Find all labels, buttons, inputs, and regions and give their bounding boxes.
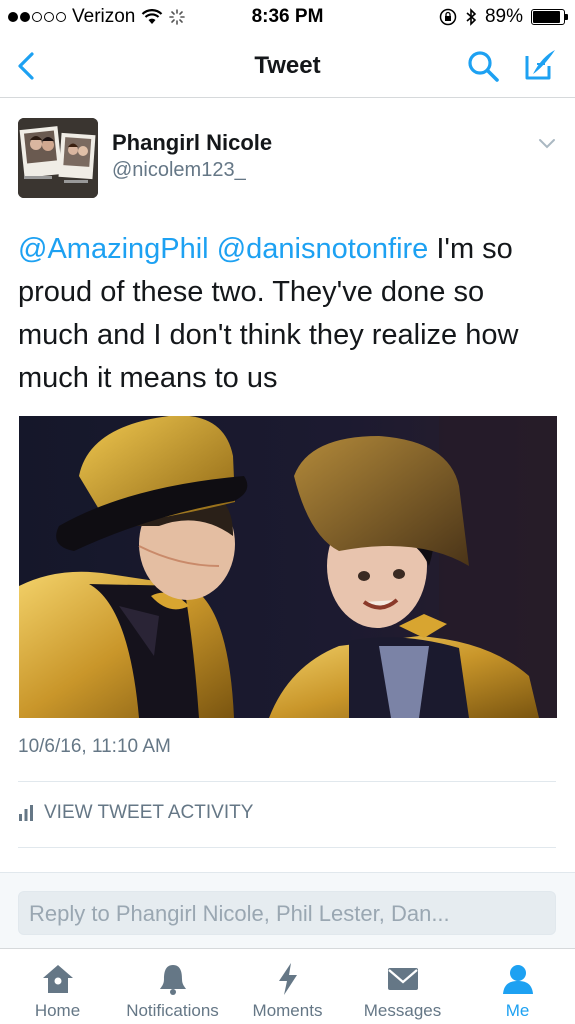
- reply-input[interactable]: Reply to Phangirl Nicole, Phil Lester, D…: [18, 891, 556, 935]
- tweet-photo[interactable]: [19, 416, 557, 718]
- rotation-lock-icon: [439, 8, 457, 26]
- search-icon[interactable]: [465, 48, 501, 84]
- tab-me[interactable]: Me: [460, 949, 575, 1024]
- tab-moments[interactable]: Moments: [230, 949, 345, 1024]
- battery-percent: 89%: [484, 6, 523, 27]
- tab-bar: Home Notifications Moments Messages Me: [0, 948, 575, 1024]
- tab-messages[interactable]: Messages: [345, 949, 460, 1024]
- tab-label: Notifications: [126, 1001, 219, 1020]
- battery-icon: [531, 9, 568, 25]
- person-icon: [502, 965, 533, 994]
- home-icon: [42, 965, 73, 993]
- tweet-timestamp: 10/6/16, 11:10 AM: [18, 736, 171, 757]
- tab-label: Me: [505, 1001, 530, 1020]
- status-bar: Verizon 8:36 PM 89%: [0, 0, 575, 34]
- bell-icon: [159, 965, 186, 995]
- avatar[interactable]: [18, 118, 98, 198]
- compose-icon[interactable]: [521, 46, 559, 84]
- view-tweet-activity-button[interactable]: VIEW TWEET ACTIVITY: [18, 802, 253, 824]
- tweet-text: @AmazingPhil @danisnotonfire I'm so prou…: [18, 228, 558, 400]
- tab-home[interactable]: Home: [0, 949, 115, 1024]
- divider: [18, 781, 556, 782]
- navigation-bar: Tweet: [0, 34, 575, 98]
- lightning-icon: [278, 963, 297, 995]
- divider: [18, 847, 556, 848]
- bar-chart-icon: [19, 805, 33, 821]
- performers-photo: [19, 416, 557, 718]
- tab-label: Home: [34, 1001, 81, 1020]
- status-right: 89%: [439, 6, 568, 28]
- chevron-down-icon[interactable]: [537, 136, 557, 150]
- activity-label: VIEW TWEET ACTIVITY: [44, 802, 254, 823]
- tab-label: Messages: [363, 1001, 442, 1020]
- tab-label: Moments: [252, 1001, 323, 1020]
- bluetooth-icon: [466, 8, 477, 26]
- mention-link[interactable]: @danisnotonfire: [217, 233, 429, 265]
- mention-link[interactable]: @AmazingPhil: [18, 233, 209, 265]
- author-name[interactable]: Phangirl Nicole: [112, 130, 272, 156]
- envelope-icon: [387, 968, 418, 990]
- reply-bar: Reply to Phangirl Nicole, Phil Lester, D…: [0, 872, 575, 948]
- tab-notifications[interactable]: Notifications: [115, 949, 230, 1024]
- battery-fill: [533, 11, 560, 23]
- author-handle[interactable]: @nicolem123_: [112, 159, 246, 182]
- avatar-photo: [18, 118, 98, 198]
